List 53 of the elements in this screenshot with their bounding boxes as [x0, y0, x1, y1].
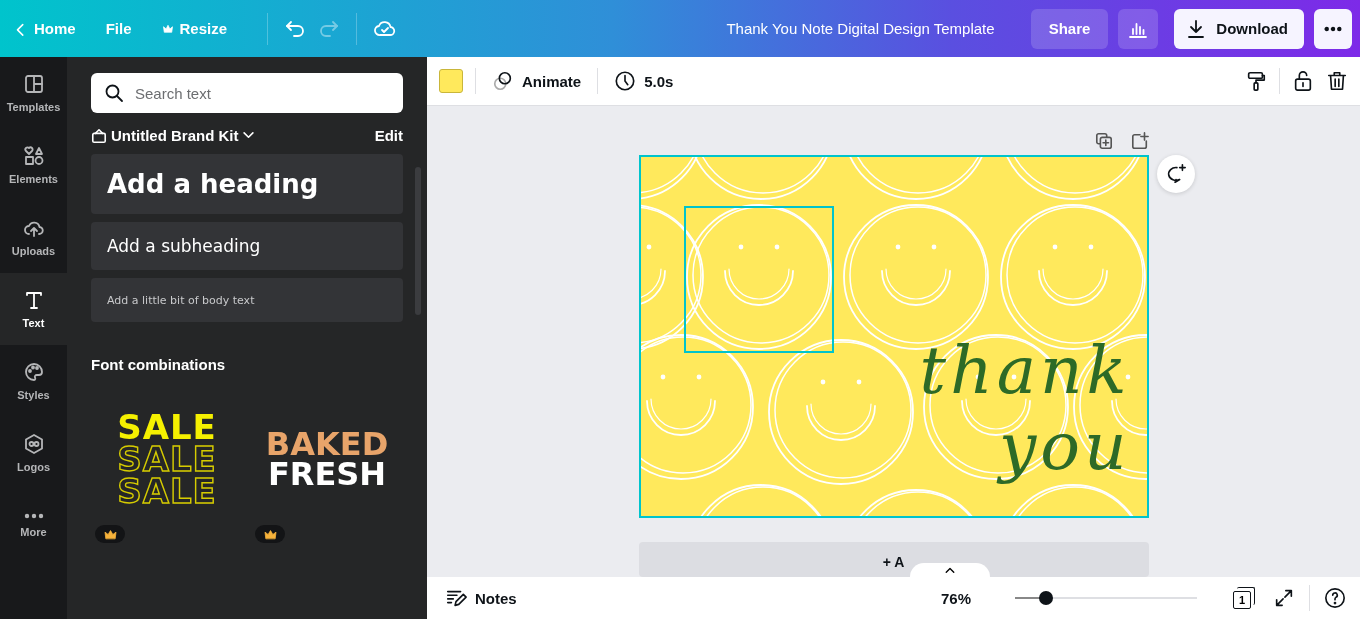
- heading-style-button[interactable]: Add a heading: [91, 154, 403, 214]
- analytics-button[interactable]: [1118, 8, 1159, 49]
- layout-icon: [22, 73, 45, 95]
- animate-circles-icon: [492, 70, 514, 92]
- chevron-down-icon: [242, 132, 254, 139]
- rail-label: Styles: [17, 389, 50, 401]
- section-heading: Font combinations: [91, 356, 227, 373]
- duplicate-page-icon[interactable]: [1094, 132, 1113, 151]
- search-icon: [104, 83, 124, 103]
- zoom-percentage[interactable]: 76%: [940, 589, 971, 607]
- add-comment-button[interactable]: [1156, 154, 1195, 193]
- share-button[interactable]: Share: [1030, 8, 1109, 49]
- chevron-up-icon: [944, 567, 955, 573]
- subheading-style-button[interactable]: Add a subheading: [91, 222, 403, 270]
- color-swatch[interactable]: [439, 69, 463, 93]
- add-page-icon[interactable]: [1130, 132, 1149, 151]
- more-icon: [1324, 25, 1342, 32]
- duration-button[interactable]: 5.0s: [610, 66, 678, 96]
- unlocked-padlock-icon[interactable]: [1292, 70, 1314, 92]
- fullscreen-icon[interactable]: [1273, 587, 1295, 609]
- download-icon: [1186, 18, 1207, 39]
- brand-kit-icon: [91, 127, 107, 144]
- rail-tab[interactable]: Text: [0, 273, 67, 345]
- edit-link[interactable]: Edit: [374, 127, 403, 144]
- body-style-button[interactable]: Add a little bit of body text: [91, 278, 403, 322]
- hexagon-logo-icon: [22, 433, 45, 455]
- more-options-button[interactable]: [1314, 8, 1352, 49]
- rail-label: Uploads: [11, 245, 56, 257]
- notes-button[interactable]: Notes: [441, 583, 521, 613]
- design-title[interactable]: Thank You Note Digital Design Template: [726, 20, 995, 37]
- add-page-button[interactable]: + A: [638, 541, 1149, 577]
- download-button[interactable]: Download: [1174, 8, 1304, 49]
- clock-icon: [614, 70, 637, 92]
- more-icon: [22, 512, 45, 520]
- brand-kit-dropdown[interactable]: Untitled Brand Kit: [91, 127, 254, 144]
- rail-label: Templates: [6, 101, 61, 113]
- crown-icon: [161, 22, 174, 35]
- shapes-icon: [22, 145, 45, 167]
- font-combination-preview[interactable]: BAKED FRESH: [251, 399, 403, 519]
- paint-roller-icon[interactable]: [1245, 70, 1267, 92]
- rail-label: More: [20, 526, 47, 538]
- crown-icon: [103, 528, 117, 540]
- font-combination-preview[interactable]: SALE SALE SALE: [91, 399, 243, 519]
- slider-thumb[interactable]: [1038, 591, 1053, 605]
- help-icon[interactable]: [1324, 587, 1346, 609]
- palette-icon: [22, 361, 45, 383]
- trash-icon[interactable]: [1326, 70, 1348, 92]
- crown-icon: [263, 528, 277, 540]
- search-field[interactable]: Search text: [91, 73, 403, 113]
- rail-label: Logos: [17, 461, 50, 473]
- rail-label: Text: [22, 317, 45, 329]
- animate-button[interactable]: Animate: [488, 66, 586, 96]
- rail-label: Elements: [9, 173, 58, 185]
